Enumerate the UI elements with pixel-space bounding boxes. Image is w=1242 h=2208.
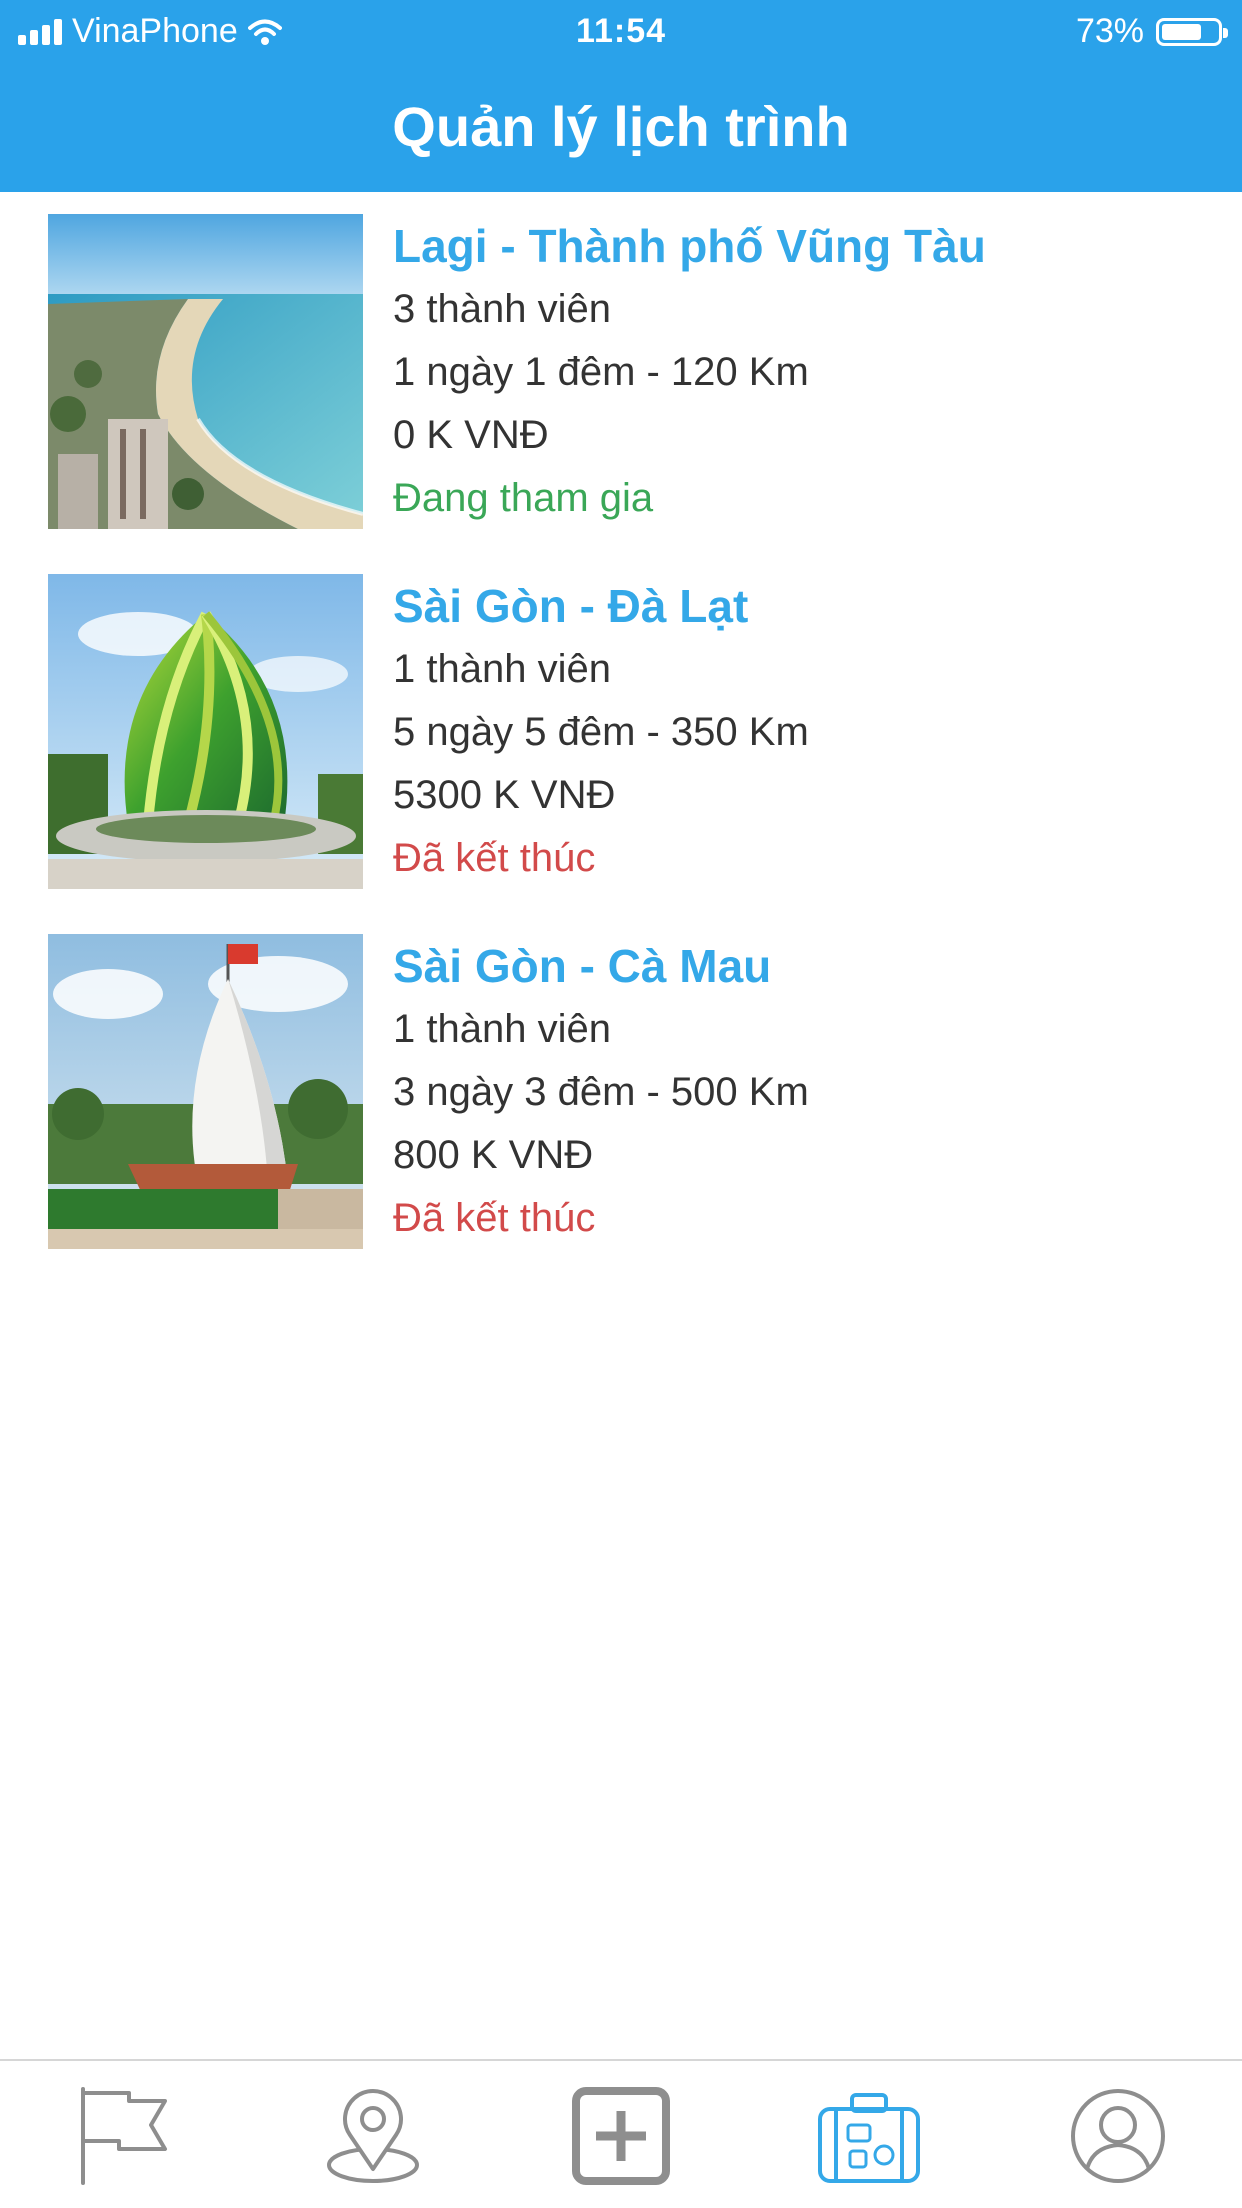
battery-level [1162,23,1201,40]
trip-thumbnail-dalat [48,574,363,889]
trip-item-ca-mau[interactable]: Sài Gòn - Cà Mau 1 thành viên 3 ngày 3 đ… [0,912,1242,1272]
trip-cost: 0 K VNĐ [393,413,549,457]
trip-members: 3 thành viên [393,287,611,331]
suitcase-icon [818,2093,920,2183]
trip-item-vung-tau[interactable]: Lagi - Thành phố Vũng Tàu 3 thành viên 1… [0,192,1242,552]
trip-cost: 800 K VNĐ [393,1133,594,1177]
map-pin-icon [327,2089,419,2183]
glass-flower-building-photo [48,574,363,889]
tab-profile[interactable] [1063,2081,1173,2191]
battery-percentage: 73% [1075,12,1144,50]
trip-info: Sài Gòn - Cà Mau 1 thành viên 3 ngày 3 đ… [393,934,1193,1250]
trip-item-da-lat[interactable]: Sài Gòn - Đà Lạt 1 thành viên 5 ngày 5 đ… [0,552,1242,912]
beach-city-photo [48,214,363,529]
add-icon [572,2087,670,2185]
trip-thumbnail-camau [48,934,363,1249]
trip-name[interactable]: Sài Gòn - Đà Lạt [393,574,1193,638]
tab-add[interactable] [566,2081,676,2191]
trip-status: Đã kết thúc [393,1196,596,1240]
tab-flag[interactable] [69,2081,179,2191]
trip-cost: 5300 K VNĐ [393,773,616,817]
trip-duration: 5 ngày 5 đêm - 350 Km [393,710,809,754]
battery-icon [1156,17,1228,46]
trip-info: Lagi - Thành phố Vũng Tàu 3 thành viên 1… [393,214,1193,530]
tab-trips[interactable] [814,2081,924,2191]
page-title: Quản lý lịch trình [392,94,850,158]
trip-members: 1 thành viên [393,647,611,691]
nav-header: Quản lý lịch trình [0,60,1242,192]
tab-map[interactable] [318,2081,428,2191]
flag-icon [81,2087,167,2185]
trip-status: Đang tham gia [393,476,654,520]
tab-bar [0,2059,1242,2208]
clock: 11:54 [575,12,667,50]
profile-icon [1071,2089,1165,2183]
trip-members: 1 thành viên [393,1007,611,1051]
trip-info: Sài Gòn - Đà Lạt 1 thành viên 5 ngày 5 đ… [393,574,1193,890]
trip-thumbnail-beach [48,214,363,529]
ca-mau-monument-photo [48,934,363,1249]
trip-name[interactable]: Sài Gòn - Cà Mau [393,934,1193,998]
trip-duration: 3 ngày 3 đêm - 500 Km [393,1070,809,1114]
status-bar: VinaPhone 11:54 73% [0,0,1242,60]
trip-name[interactable]: Lagi - Thành phố Vũng Tàu [393,214,1193,278]
status-bar-right: 73% [1075,12,1228,51]
trip-status: Đã kết thúc [393,836,596,880]
trip-duration: 1 ngày 1 đêm - 120 Km [393,350,809,394]
